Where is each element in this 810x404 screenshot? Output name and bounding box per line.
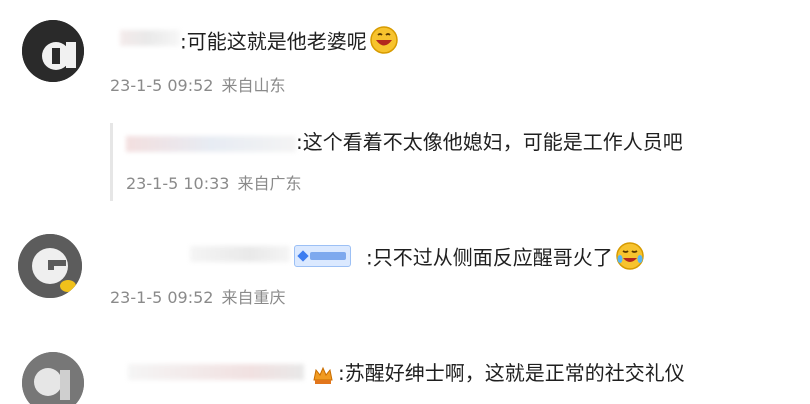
avatar[interactable] [18, 234, 82, 298]
comment-text: :可能这就是他老婆呢 [180, 25, 399, 61]
comment-thread: :可能这就是他老婆呢 23-1-5 09:52 来自山东 :这个看着不太像他媳妇，… [0, 0, 810, 404]
username-blurred[interactable] [190, 246, 290, 262]
username-blurred[interactable] [128, 364, 304, 380]
comment-text: :苏醒好绅士啊，这就是正常的社交礼仪 [338, 361, 685, 385]
username-blurred[interactable] [126, 136, 296, 152]
laughing-emoji-icon [369, 25, 399, 61]
timestamp: 23-1-5 09:52 [110, 288, 214, 307]
comment-meta: 23-1-5 09:52 来自山东 [110, 76, 285, 96]
location: 来自重庆 [221, 288, 286, 307]
comment-text: :只不过从侧面反应醒哥火了 [366, 241, 645, 277]
timestamp: 23-1-5 10:33 [126, 174, 230, 193]
badge-label-bar [310, 252, 346, 260]
avatar[interactable] [22, 352, 84, 404]
diamond-icon [297, 250, 309, 262]
reply-text: :这个看着不太像他媳妇，可能是工作人员吧 [296, 130, 683, 154]
avatar[interactable] [22, 20, 84, 82]
location: 来自山东 [221, 76, 286, 95]
fan-badge [294, 245, 351, 267]
crown-badge-icon [312, 364, 334, 386]
timestamp: 23-1-5 09:52 [110, 76, 214, 95]
crying-laughing-emoji-icon [615, 241, 645, 277]
username-blurred[interactable] [120, 30, 180, 46]
comment-meta: 23-1-5 09:52 来自重庆 [110, 288, 285, 308]
location: 来自广东 [237, 174, 302, 193]
reply-meta: 23-1-5 10:33 来自广东 [126, 174, 301, 194]
